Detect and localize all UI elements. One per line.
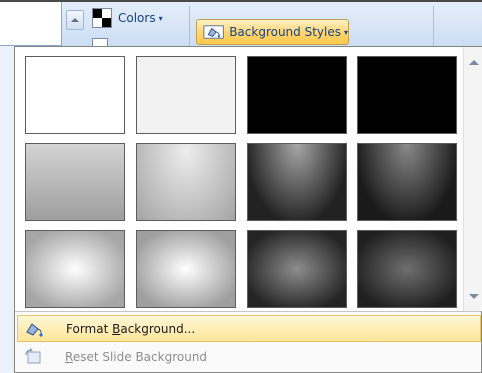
background-style-thumb[interactable] — [25, 56, 125, 134]
slide-pane-edge — [0, 46, 14, 373]
reset-slide-background-menu-item[interactable]: Reset Slide Background — [17, 343, 481, 370]
background-style-thumb[interactable] — [25, 143, 125, 221]
gallery-scroll-up-icon[interactable] — [468, 57, 479, 67]
colors-button[interactable]: Colors ▾ — [92, 7, 163, 29]
background-style-thumb[interactable] — [247, 230, 347, 308]
paint-bucket-icon — [203, 25, 224, 39]
background-style-thumb[interactable] — [357, 230, 457, 308]
background-style-thumb[interactable] — [247, 143, 347, 221]
background-styles-dropdown-icon: ▾ — [343, 27, 348, 37]
background-style-thumb[interactable] — [357, 56, 457, 134]
reset-slide-background-label: Reset Slide Background — [65, 349, 208, 364]
reset-background-icon — [25, 347, 41, 363]
format-background-label: Format Background... — [66, 321, 196, 336]
colors-dropdown-icon: ▾ — [158, 13, 163, 23]
format-background-menu-item[interactable]: Format Background... — [17, 315, 481, 342]
colors-label: Colors — [118, 11, 156, 25]
theme-colors-icon — [92, 8, 112, 28]
background-styles-gallery — [15, 47, 461, 311]
gallery-scroll-down-icon[interactable] — [468, 291, 479, 301]
theme-thumbnail-edge — [0, 2, 62, 46]
background-styles-label: Background Styles — [229, 25, 341, 39]
themes-scroll-up-button[interactable] — [66, 10, 84, 30]
background-style-thumb[interactable] — [247, 56, 347, 134]
menu-separator — [15, 311, 481, 312]
background-style-thumb[interactable] — [25, 230, 125, 308]
background-styles-button[interactable]: Background Styles ▾ — [196, 19, 349, 45]
background-style-thumb[interactable] — [136, 56, 236, 134]
ribbon-divider-right — [433, 6, 434, 50]
background-styles-dropdown: Format Background... Reset Slide Backgro… — [14, 46, 482, 373]
background-style-thumb[interactable] — [136, 230, 236, 308]
paint-bucket-icon — [26, 322, 43, 337]
background-style-thumb[interactable] — [357, 143, 457, 221]
ribbon-divider — [189, 6, 190, 50]
gallery-scrollbar[interactable] — [463, 47, 482, 311]
background-style-thumb[interactable] — [136, 143, 236, 221]
